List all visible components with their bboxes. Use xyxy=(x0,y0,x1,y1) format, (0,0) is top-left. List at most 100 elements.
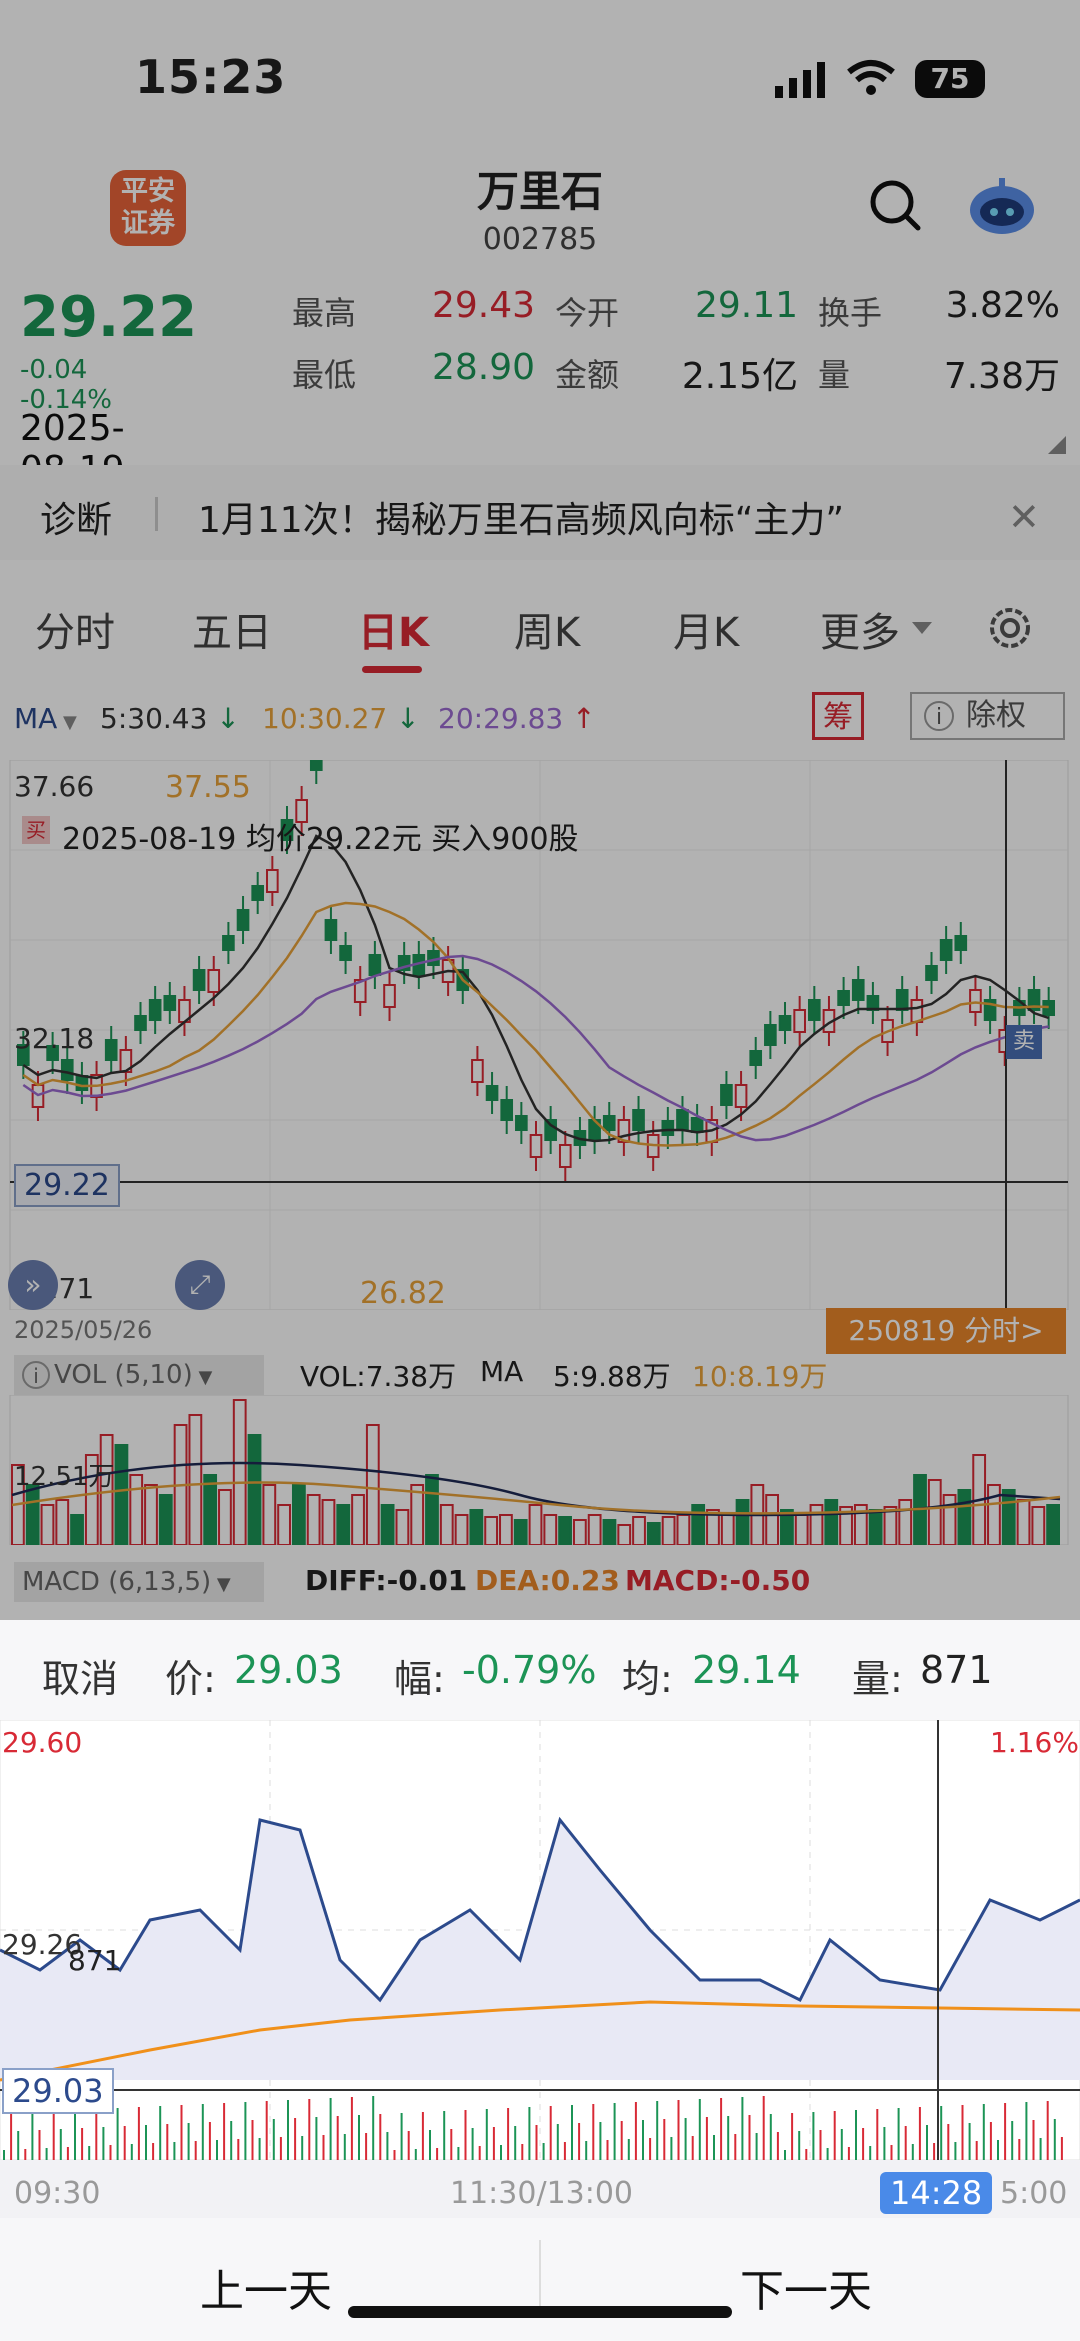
candle-body xyxy=(676,1109,689,1131)
open-label: 今开 xyxy=(555,294,620,332)
info-icon: i xyxy=(924,701,954,731)
chevron-down-icon xyxy=(912,622,932,634)
ex-rights-button[interactable]: i 除权 xyxy=(910,692,1065,740)
candle-body xyxy=(544,1119,557,1141)
tab-intraday[interactable]: 分时 xyxy=(35,600,115,658)
volume-bar xyxy=(528,1504,543,1545)
volume-bar xyxy=(114,1444,129,1545)
vol-label: VOL (5,10) xyxy=(54,1360,193,1390)
volume-chart xyxy=(9,1395,1069,1545)
vol-value: VOL:7.38万 xyxy=(300,1360,457,1393)
amount-label: 金额 xyxy=(555,356,620,394)
candle-body xyxy=(837,990,850,1006)
tab-monthly-k[interactable]: 月K xyxy=(673,600,739,658)
expand-corner-icon[interactable] xyxy=(1048,436,1066,454)
cursor-price-tag: 29.22 xyxy=(14,1164,120,1207)
candle-body xyxy=(851,979,865,1001)
ma5-value: 5:30.43 ↓ xyxy=(100,702,240,735)
prev-day-button[interactable]: 上一天 xyxy=(200,2255,332,2319)
fast-forward-icon[interactable]: » xyxy=(8,1260,58,1310)
ma20-value: 20:29.83 ↑ xyxy=(438,702,596,735)
macd-selector[interactable]: MACD (6,13,5) ▼ xyxy=(14,1562,264,1602)
intraday-top-pct: 1.16% xyxy=(990,1726,1079,1759)
vol-label-intraday: 量: xyxy=(852,1657,903,1701)
volume-bar xyxy=(676,1514,691,1545)
fullscreen-icon[interactable]: ⤢ xyxy=(175,1260,225,1310)
volume-bar xyxy=(469,1509,484,1545)
volume-bar xyxy=(351,1494,365,1545)
volume-bar xyxy=(1016,1499,1031,1545)
candle-body xyxy=(910,999,924,1023)
volume-bar xyxy=(617,1524,632,1545)
cancel-button[interactable]: 取消 xyxy=(42,1648,118,1703)
price-label: 价: xyxy=(165,1657,216,1701)
volume-bar xyxy=(129,1474,144,1545)
tab-five-day[interactable]: 五日 xyxy=(192,600,272,658)
volume-bar xyxy=(883,1506,898,1545)
candle-body xyxy=(734,1084,748,1108)
ma-selector[interactable]: MA ▼ xyxy=(14,702,77,735)
volume-bar xyxy=(765,1494,780,1545)
candle-body xyxy=(383,984,396,1008)
candle-body xyxy=(324,919,338,941)
intraday-pct: -0.79% xyxy=(462,1648,597,1692)
candle-body xyxy=(807,999,821,1021)
ma5-text: 5:30.43 xyxy=(100,702,208,735)
volume-bar xyxy=(380,1504,395,1545)
time-end: 5:00 xyxy=(1000,2176,1068,2211)
pct-label: 幅: xyxy=(394,1657,445,1701)
candle-body xyxy=(500,1099,514,1121)
volume-bar xyxy=(365,1424,380,1545)
diagnosis-banner[interactable]: 诊断 1月11次！揭秘万里石高频风向标“主力” ✕ xyxy=(0,465,1080,560)
ma-label: MA xyxy=(14,702,58,735)
tab-weekly-k[interactable]: 周K xyxy=(514,600,580,658)
candle-body xyxy=(749,1050,763,1066)
buy-tag: 买 xyxy=(22,816,50,844)
volume-bar xyxy=(144,1484,158,1545)
vol-selector[interactable]: i VOL (5,10) ▼ xyxy=(14,1355,264,1395)
open-value: 29.11 xyxy=(694,285,798,326)
close-icon[interactable]: ✕ xyxy=(1008,495,1040,539)
next-day-button[interactable]: 下一天 xyxy=(740,2255,872,2319)
intraday-vol: 871 xyxy=(920,1648,993,1692)
tab-more[interactable]: 更多 xyxy=(820,600,900,658)
candle-body xyxy=(60,1059,74,1081)
intraday-price: 29.03 xyxy=(234,1648,343,1692)
kline-mid-price: 32.18 xyxy=(14,1022,95,1055)
banner-tag: 诊断 xyxy=(40,500,113,541)
high-label: 最高 xyxy=(292,294,357,332)
candle-body xyxy=(529,1134,543,1158)
time-mid: 11:30/13:00 xyxy=(450,2176,634,2211)
candle-body xyxy=(207,969,221,993)
search-icon[interactable] xyxy=(868,178,924,234)
jump-intraday-button[interactable]: 250819 分时> xyxy=(826,1308,1066,1354)
candle-body xyxy=(764,1024,777,1046)
signal-icon xyxy=(775,62,831,98)
candle-body xyxy=(661,1120,675,1136)
active-tab-indicator xyxy=(362,666,422,673)
tab-daily-k[interactable]: 日K xyxy=(358,600,429,658)
amount-value: 2.15亿 xyxy=(681,356,798,397)
assistant-robot-icon[interactable] xyxy=(966,174,1038,238)
candle-body xyxy=(222,935,235,951)
vol-ma10: 10:8.19万 xyxy=(692,1360,828,1393)
volume-bar xyxy=(513,1519,528,1545)
time-cursor: 14:28 xyxy=(880,2172,993,2214)
chip-button[interactable]: 筹 xyxy=(812,692,864,740)
gear-icon[interactable] xyxy=(985,603,1035,653)
vol-ma-label: MA xyxy=(480,1355,524,1388)
candle-body xyxy=(558,1144,572,1168)
candle-body xyxy=(148,999,162,1021)
ma10-text: 10:30.27 xyxy=(262,702,388,735)
candle-body xyxy=(309,760,323,771)
volume-bar xyxy=(691,1504,706,1545)
day-nav-divider xyxy=(539,2240,541,2310)
volume-bar xyxy=(1001,1489,1016,1545)
intraday-vol-tooltip: 871 xyxy=(68,1944,122,1977)
intraday-chart[interactable] xyxy=(0,1720,1080,2160)
volume-bar xyxy=(809,1504,824,1545)
low-label: 最低 xyxy=(292,356,357,394)
ex-rights-label: 除权 xyxy=(966,698,1026,733)
vol-ma5: 5:9.88万 xyxy=(553,1360,671,1393)
candle-body xyxy=(602,1115,616,1131)
